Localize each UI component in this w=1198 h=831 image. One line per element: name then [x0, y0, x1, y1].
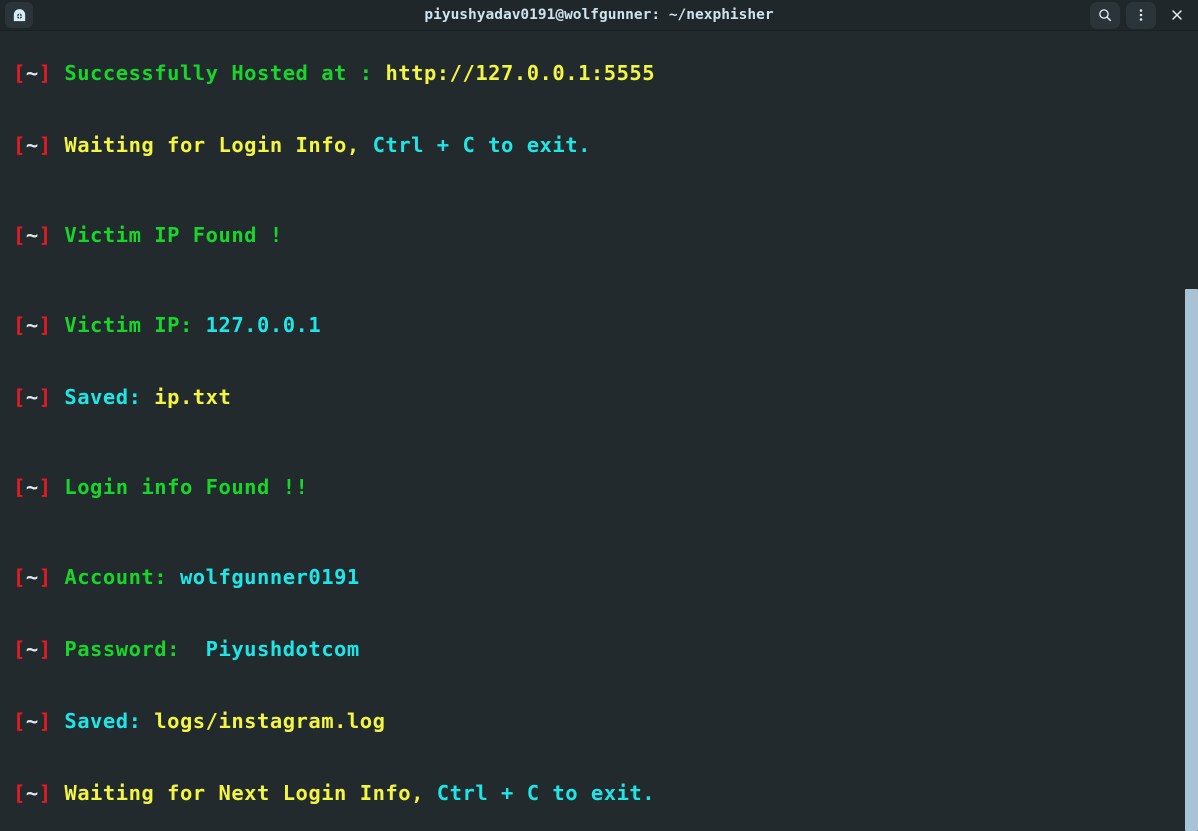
- prefix-bracket-close: ]: [38, 133, 65, 157]
- prefix-bracket-open: [: [13, 385, 26, 409]
- terminal-line-waiting-next-login: [~] Waiting for Next Login Info, Ctrl + …: [13, 757, 1198, 829]
- prefix-bracket-close: ]: [38, 61, 65, 85]
- terminal-output[interactable]: [~] Successfully Hosted at : http://127.…: [0, 31, 1198, 831]
- prefix-tilde: ~: [25, 781, 39, 805]
- terminal-segment-saved-log-1: logs/instagram.log: [154, 709, 386, 733]
- titlebar-controls: [1090, 1, 1192, 29]
- terminal-line-waiting-login: [~] Waiting for Login Info, Ctrl + C to …: [13, 109, 1198, 181]
- prefix-bracket-open: [: [13, 781, 26, 805]
- terminal-line-victim-ip-found: [~] Victim IP Found !: [13, 181, 1198, 289]
- terminal-segment-password-0: Password:: [64, 637, 206, 661]
- terminal-segment-waiting-login-0: Waiting for Login Info,: [64, 133, 373, 157]
- terminal-line-hosted: [~] Successfully Hosted at : http://127.…: [13, 37, 1198, 109]
- prefix-tilde: ~: [25, 313, 39, 337]
- prefix-bracket-open: [: [13, 223, 26, 247]
- prefix-tilde: ~: [25, 637, 39, 661]
- prefix-bracket-open: [: [13, 565, 26, 589]
- more-vertical-icon[interactable]: [1126, 1, 1156, 29]
- terminal-line-account: [~] Account: wolfgunner0191: [13, 541, 1198, 613]
- search-icon[interactable]: [1090, 1, 1120, 29]
- prefix-bracket-close: ]: [38, 565, 65, 589]
- terminal-segment-waiting-next-login-1: Ctrl + C to exit.: [436, 781, 656, 805]
- terminal-segment-password-1: Piyushdotcom: [205, 637, 360, 661]
- terminal-segment-waiting-next-login-0: Waiting for Next Login Info,: [64, 781, 437, 805]
- terminal-segment-hosted-0: Successfully Hosted at :: [64, 61, 386, 85]
- prefix-bracket-open: [: [13, 637, 26, 661]
- title-bar: piyushyadav0191@wolfgunner: ~/nexphisher: [0, 0, 1198, 31]
- terminal-segment-victim-ip-1: 127.0.0.1: [205, 313, 322, 337]
- terminal-line-saved-ip: [~] Saved: ip.txt: [13, 361, 1198, 433]
- terminal-segment-victim-ip-found-0: Victim IP Found !: [64, 223, 283, 247]
- terminal-line-victim-ip: [~] Victim IP: 127.0.0.1: [13, 289, 1198, 361]
- terminal-segment-hosted-1: http://127.0.0.1:5555: [385, 61, 656, 85]
- prefix-bracket-close: ]: [38, 781, 65, 805]
- terminal-window: piyushyadav0191@wolfgunner: ~/nexphisher: [0, 0, 1198, 831]
- close-icon[interactable]: [1162, 2, 1192, 29]
- window-title: piyushyadav0191@wolfgunner: ~/nexphisher: [424, 7, 774, 23]
- prefix-bracket-close: ]: [38, 637, 65, 661]
- terminal-icon[interactable]: [5, 2, 33, 28]
- terminal-line-password: [~] Password: Piyushdotcom: [13, 613, 1198, 685]
- prefix-bracket-open: [: [13, 61, 26, 85]
- prefix-tilde: ~: [25, 709, 39, 733]
- prefix-bracket-close: ]: [38, 709, 65, 733]
- prefix-bracket-close: ]: [38, 385, 65, 409]
- terminal-segment-saved-log-0: Saved:: [64, 709, 155, 733]
- prefix-bracket-open: [: [13, 133, 26, 157]
- prefix-tilde: ~: [25, 61, 39, 85]
- prefix-bracket-close: ]: [38, 313, 65, 337]
- scrollbar-track[interactable]: [1185, 31, 1198, 831]
- terminal-segment-victim-ip-0: Victim IP:: [64, 313, 206, 337]
- prefix-tilde: ~: [25, 385, 39, 409]
- terminal-segment-saved-ip-1: ip.txt: [154, 385, 232, 409]
- prefix-bracket-close: ]: [38, 223, 65, 247]
- prefix-bracket-open: [: [13, 475, 26, 499]
- prefix-tilde: ~: [25, 133, 39, 157]
- prefix-tilde: ~: [25, 223, 39, 247]
- prefix-bracket-close: ]: [38, 475, 65, 499]
- terminal-line-login-info-found: [~] Login info Found !!: [13, 433, 1198, 541]
- terminal-segment-waiting-login-1: Ctrl + C to exit.: [372, 133, 591, 157]
- terminal-line-saved-log: [~] Saved: logs/instagram.log: [13, 685, 1198, 757]
- prefix-bracket-open: [: [13, 313, 26, 337]
- prefix-bracket-open: [: [13, 709, 26, 733]
- terminal-segment-account-1: wolfgunner0191: [179, 565, 360, 589]
- scrollbar-thumb[interactable]: [1185, 289, 1198, 831]
- terminal-segment-saved-ip-0: Saved:: [64, 385, 155, 409]
- terminal-segment-account-0: Account:: [64, 565, 180, 589]
- prefix-tilde: ~: [25, 565, 39, 589]
- terminal-line-list: [~] Successfully Hosted at : http://127.…: [0, 37, 1198, 829]
- prefix-tilde: ~: [25, 475, 39, 499]
- terminal-segment-login-info-found-0: Login info Found !!: [64, 475, 309, 499]
